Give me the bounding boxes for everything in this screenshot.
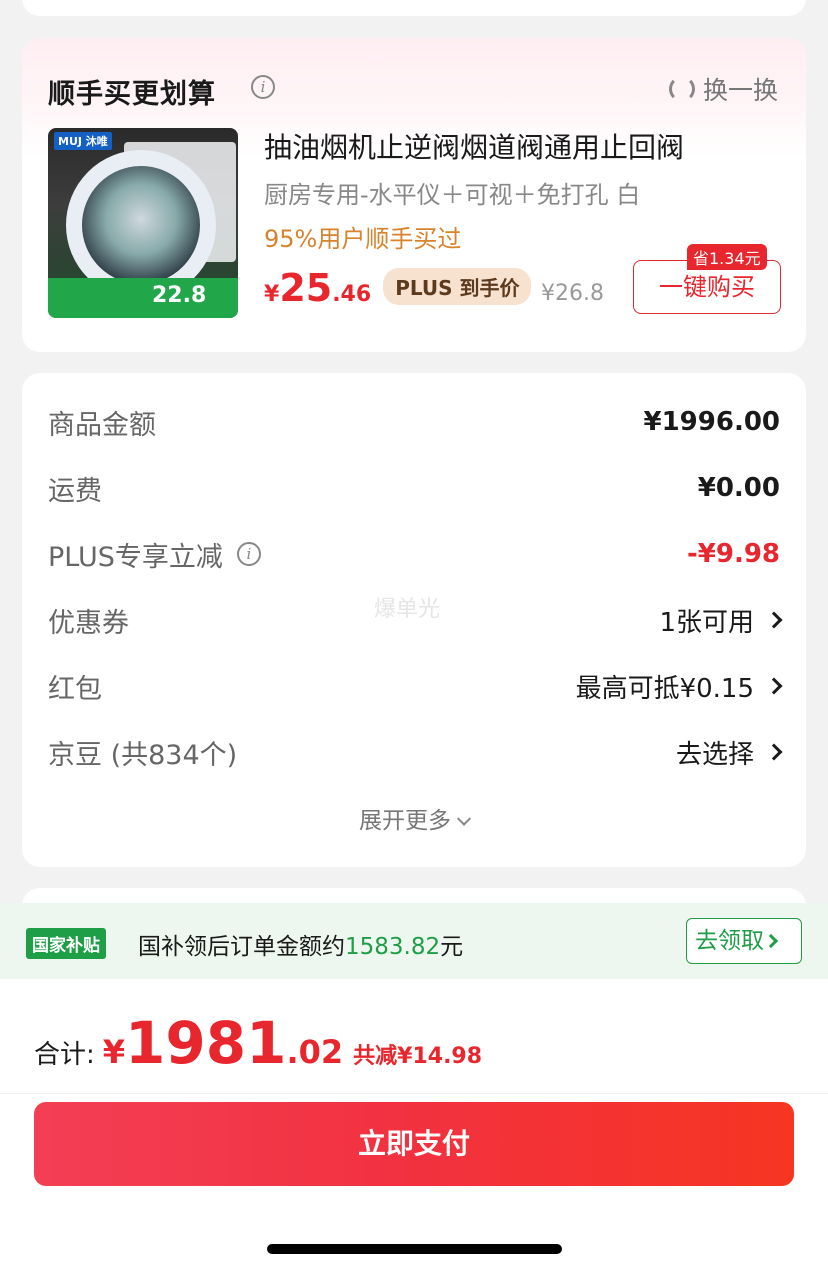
subsidy-text-suffix: 元 [440,934,464,960]
home-indicator[interactable] [267,1244,562,1254]
summary-value: ¥0.00 [697,473,780,503]
info-icon[interactable]: i [251,75,275,99]
product-image-subsidy-price: 22.8 [152,283,207,308]
summary-value: ¥1996.00 [643,407,780,437]
national-subsidy-bar: 国家补贴 国补领后订单金额约1583.82元 去领取 [0,903,828,979]
pay-now-button[interactable]: 立即支付 [34,1102,794,1186]
product-price: ¥ 25 .46 PLUS 到手价 [264,266,532,311]
product-image-brand: MUJ 沐唯 [54,132,112,150]
summary-label: 京豆 (共834个) [48,739,238,771]
summary-label: PLUS专享立减 [48,541,223,573]
product-social-proof: 95%用户顺手买过 [264,225,462,253]
summary-value: 最高可抵¥0.15 [575,673,754,704]
info-icon[interactable]: i [236,542,261,566]
price-decimal: .46 [332,282,372,307]
watermark: 爆单光 [374,597,441,622]
summary-value-link[interactable]: 去选择 [675,734,783,771]
summary-label: 优惠券 [48,607,129,639]
plus-price-tag: PLUS 到手价 [383,268,532,305]
claim-subsidy-button[interactable]: 去领取 [686,918,802,964]
chevron-right-icon [765,677,783,695]
summary-value: -¥9.98 [686,539,780,569]
recommend-card: 顺手买更划算 i 换一换 MUJ 沐唯 22.8 抽油烟机止逆阀烟道阀通用止回阀… [22,38,806,352]
expand-more-button[interactable]: 展开更多 [22,801,806,835]
summary-row-red-packet[interactable]: 红包 最高可抵¥0.15 [48,666,783,706]
claim-label: 去领取 [695,928,764,954]
chevron-down-icon [456,811,472,826]
total-currency: ¥ [102,1033,126,1071]
summary-label-wrap: PLUS专享立减 i [48,535,261,574]
price-integer: 25 [279,266,333,310]
order-total: 合计: ¥ 1981 .02 共减¥14.98 [34,1009,482,1077]
swap-button[interactable]: 换一换 [668,71,778,107]
subsidy-text-prefix: 国补领后订单金额约 [138,934,345,960]
checkout-page: 顺手买更划算 i 换一换 MUJ 沐唯 22.8 抽油烟机止逆阀烟道阀通用止回阀… [0,0,828,1273]
price-currency: ¥ [264,282,280,307]
recommend-title: 顺手买更划算 [48,79,216,110]
original-price: ¥26.8 [541,281,604,306]
summary-value: 1张可用 [659,607,754,638]
summary-label: 运费 [48,475,102,507]
summary-value: 去选择 [675,739,754,770]
summary-label: 红包 [48,673,102,705]
order-summary-card: 商品金额 ¥1996.00 运费 ¥0.00 PLUS专享立减 i -¥9.98… [22,373,806,867]
summary-row-shipping: 运费 ¥0.00 [48,468,780,508]
product-image-subsidy-strip [48,278,238,318]
checkout-footer: 合计: ¥ 1981 .02 共减¥14.98 立即支付 [0,979,828,1273]
previous-card [22,0,806,16]
chevron-right-icon [765,743,783,761]
chevron-right-icon [763,933,779,949]
total-decimal: .02 [286,1033,344,1071]
product-image[interactable]: MUJ 沐唯 22.8 [48,128,238,318]
expand-more-label: 展开更多 [359,808,451,834]
total-integer: 1981 [125,1009,287,1077]
product-name[interactable]: 抽油烟机止逆阀烟道阀通用止回阀 [264,126,684,166]
summary-row-plus-discount: PLUS专享立减 i -¥9.98 [48,534,780,574]
swap-label: 换一换 [702,76,778,105]
subsidy-text: 国补领后订单金额约1583.82元 [138,927,463,961]
summary-row-goods: 商品金额 ¥1996.00 [48,402,780,442]
national-subsidy-tag: 国家补贴 [26,928,106,959]
summary-value-link[interactable]: 最高可抵¥0.15 [575,668,783,705]
save-badge: 省1.34元 [687,244,767,270]
total-label: 合计: [34,1040,95,1070]
refresh-icon [668,76,695,102]
summary-value-link[interactable]: 1张可用 [659,602,783,639]
chevron-right-icon [765,611,783,629]
subsidy-amount: 1583.82 [345,934,441,960]
total-saved: 共减¥14.98 [353,1044,483,1069]
summary-label: 商品金额 [48,409,156,441]
product-spec[interactable]: 厨房专用-水平仪＋可视＋免打孔 白 [264,175,640,210]
summary-row-jingdou[interactable]: 京豆 (共834个) 去选择 [48,732,783,772]
divider [0,1093,828,1094]
